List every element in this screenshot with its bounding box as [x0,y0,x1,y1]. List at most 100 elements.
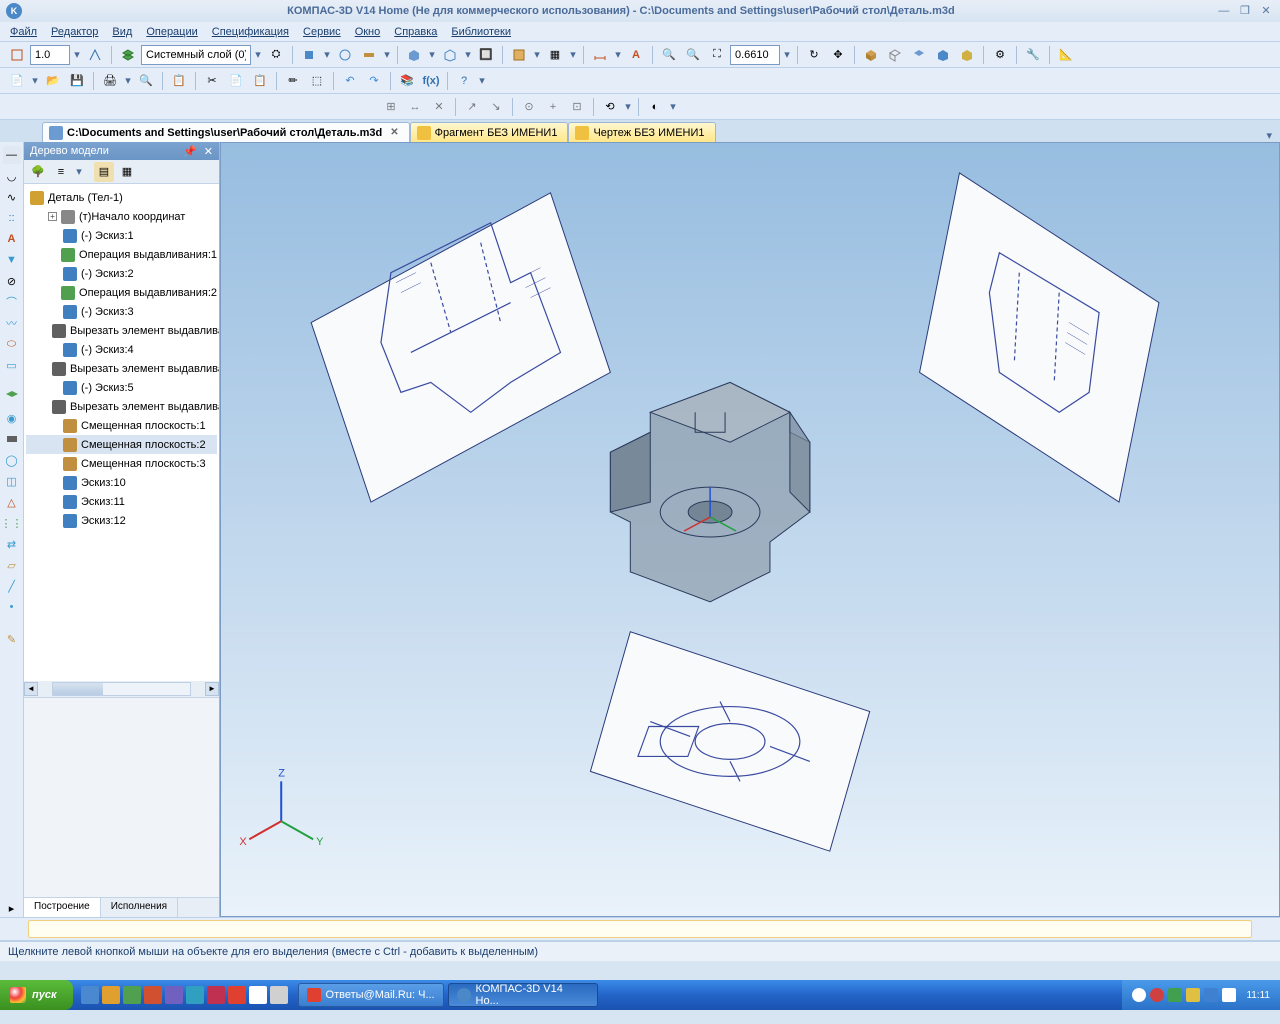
rotate-icon[interactable]: ↻ [803,44,825,66]
s9-icon[interactable]: ⟲ [599,96,621,118]
tree-tab-exec[interactable]: Исполнения [101,898,178,917]
ql-app3-icon[interactable] [165,986,183,1004]
ql-app8-icon[interactable] [270,986,288,1004]
tool-b-icon[interactable] [334,44,356,66]
dropdown-icon[interactable]: ▾ [463,48,473,61]
tray-icon[interactable] [1222,988,1236,1002]
menu-help[interactable]: Справка [394,26,437,38]
tree-item[interactable]: Вырезать элемент выдавливания:2 [26,359,217,378]
tree-body[interactable]: Деталь (Тел-1) +(т)Начало координат(-) Э… [24,184,219,681]
grid-icon[interactable]: ▦ [544,44,566,66]
dropdown-icon[interactable]: ▾ [668,100,678,113]
property-input[interactable] [28,920,1252,938]
lt-filter-icon[interactable]: ▼ [3,251,21,269]
tree-item[interactable]: Вырезать элемент выдавливания:3 [26,397,217,416]
doctab-detail[interactable]: C:\Documents and Settings\user\Рабочий с… [42,122,410,142]
open-icon[interactable]: 📂 [42,70,64,92]
dropdown-icon[interactable]: ▾ [623,100,633,113]
paste-icon[interactable]: 📋 [249,70,271,92]
wire-icon[interactable] [439,44,461,66]
viewport-3d[interactable]: Z Y X [220,142,1280,917]
edit-icon[interactable]: ✏ [282,70,304,92]
s1-icon[interactable]: ⊞ [380,96,402,118]
lt-arc-icon[interactable]: ◡ [3,167,21,185]
lt-fillet-icon[interactable]: ⌒ [3,293,21,311]
ql-app2-icon[interactable] [144,986,162,1004]
s8-icon[interactable]: ⊡ [566,96,588,118]
tree-item[interactable]: Вырезать элемент выдавливания:1 [26,321,217,340]
tool-c-icon[interactable] [358,44,380,66]
zoom-in-icon[interactable]: 🔍 [658,44,680,66]
menu-service[interactable]: Сервис [303,26,341,38]
props-icon[interactable]: 📋 [168,70,190,92]
section-icon[interactable] [508,44,530,66]
lt-ellipse-icon[interactable]: ⬭ [3,335,21,353]
tree-item[interactable]: (-) Эскиз:2 [26,264,217,283]
lt-line-icon[interactable]: — [3,146,21,164]
tree-root[interactable]: Деталь (Тел-1) [26,188,217,207]
layer-dropdown[interactable]: ▾ [253,48,263,61]
scroll-left-icon[interactable]: ◄ [24,682,38,696]
misc1-icon[interactable]: ⚙ [989,44,1011,66]
tabs-menu-icon[interactable]: ▾ [1266,129,1280,142]
misc3-icon[interactable]: 📐 [1055,44,1077,66]
s4-icon[interactable]: ↗ [461,96,483,118]
cube1-icon[interactable] [860,44,882,66]
redo-icon[interactable]: ↷ [363,70,385,92]
dropdown-icon[interactable]: ▾ [30,74,40,87]
zoom-input[interactable] [730,45,780,65]
tray-icon[interactable] [1168,988,1182,1002]
tree-item[interactable]: (-) Эскиз:4 [26,340,217,359]
s2-icon[interactable]: ↔ [404,96,426,118]
lt-shell-icon[interactable]: ◫ [3,472,21,490]
lt-rect-icon[interactable]: ▭ [3,356,21,374]
scroll-right-icon[interactable]: ► [205,682,219,696]
copy-icon[interactable]: 📄 [225,70,247,92]
ql-app7-icon[interactable] [249,986,267,1004]
minimize-button[interactable]: — [1216,5,1232,19]
tree-item[interactable]: Смещенная плоскость:2 [26,435,217,454]
persp-icon[interactable]: 🔲 [475,44,497,66]
var-icon[interactable]: f(x) [420,70,442,92]
step-icon[interactable] [84,44,106,66]
zoom-fit-icon[interactable]: ⛶ [706,44,728,66]
scale-input[interactable] [30,45,70,65]
tool-a-icon[interactable] [298,44,320,66]
ql-app6-icon[interactable] [228,986,246,1004]
tree-item[interactable]: Эскиз:10 [26,473,217,492]
tree-item[interactable]: (-) Эскиз:1 [26,226,217,245]
menu-file[interactable]: Файл [10,26,37,38]
task-mail[interactable]: Ответы@Mail.Ru: Ч... [298,983,444,1007]
close-panel-icon[interactable]: ✕ [204,146,213,158]
menu-edit[interactable]: Редактор [51,26,98,38]
tray-icon[interactable] [1204,988,1218,1002]
tree-item[interactable]: Смещенная плоскость:3 [26,454,217,473]
scale-dropdown[interactable]: ▾ [72,48,82,61]
menu-view[interactable]: Вид [112,26,132,38]
dropdown-icon[interactable]: ▾ [532,48,542,61]
dropdown-icon[interactable]: ▾ [123,74,133,87]
lt-plane-icon[interactable]: ▱ [3,556,21,574]
tree-mode1-icon[interactable]: 🌳 [28,162,48,182]
tree-item[interactable]: (-) Эскиз:5 [26,378,217,397]
maximize-button[interactable]: ❐ [1237,4,1253,18]
lt-text-icon[interactable]: A [3,230,21,248]
dropdown-icon[interactable]: ▾ [322,48,332,61]
cut-icon[interactable]: ✂ [201,70,223,92]
text-icon[interactable]: A [625,44,647,66]
tray-icon[interactable] [1150,988,1164,1002]
pan-icon[interactable]: ✥ [827,44,849,66]
lt-point-icon[interactable]: • [3,598,21,616]
dropdown-icon[interactable]: ▾ [382,48,392,61]
tree-item[interactable]: Эскиз:11 [26,492,217,511]
lt-hole-icon[interactable]: ◯ [3,451,21,469]
zoom-out-icon[interactable]: 🔍 [682,44,704,66]
undo-icon[interactable]: ↶ [339,70,361,92]
tree-item[interactable]: Операция выдавливания:2 [26,283,217,302]
dropdown-icon[interactable]: ▾ [74,165,84,178]
cube5-icon[interactable] [956,44,978,66]
new-icon[interactable]: 📄 [6,70,28,92]
layer-settings-icon[interactable]: ⛭ [265,44,287,66]
close-tab-icon[interactable]: ✕ [390,127,398,138]
s10-icon[interactable]: ◐ [644,96,666,118]
